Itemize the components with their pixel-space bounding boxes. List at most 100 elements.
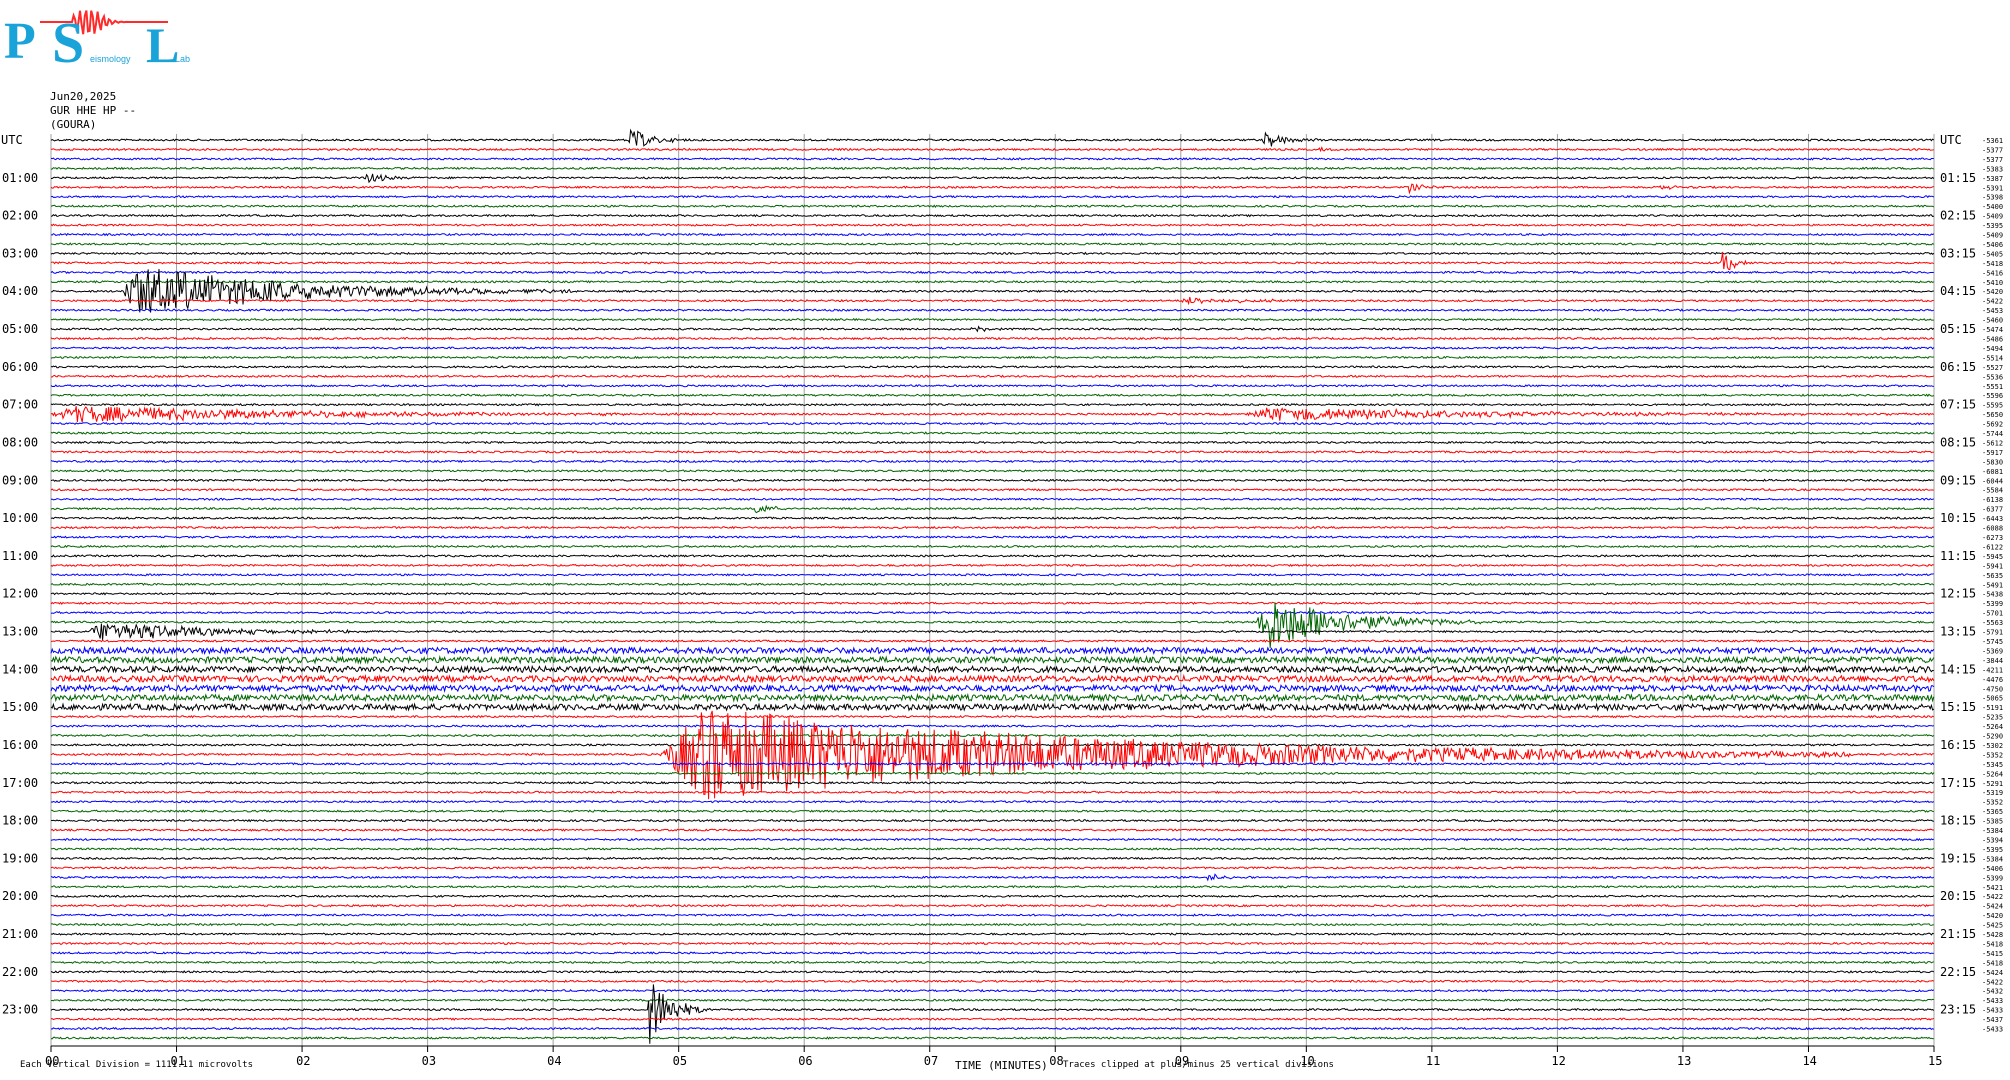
trace-24 <box>50 365 1934 369</box>
trace-56 <box>50 664 1934 675</box>
trace-offset-label: -6081 <box>1982 468 2003 476</box>
trace-offset-label: -6088 <box>1982 525 2003 533</box>
trace-59 <box>50 692 1935 703</box>
left-hour-label: 19:00 <box>2 851 38 865</box>
trace-offset-label: -5486 <box>1982 336 2003 344</box>
trace-offset-label: -5235 <box>1982 714 2003 722</box>
trace-34 <box>50 459 1935 464</box>
trace-58 <box>50 683 1935 694</box>
trace-71 <box>51 809 1934 813</box>
trace-2 <box>50 157 1934 161</box>
right-hour-label: 19:15 <box>1940 851 1976 865</box>
right-hour-label: UTC <box>1940 133 1962 147</box>
trace-offset-label: -5418 <box>1982 940 2003 948</box>
right-hour-label: 04:15 <box>1940 284 1976 298</box>
x-tick-label: 13 <box>1677 1054 1691 1068</box>
trace-offset-label: -5264 <box>1982 770 2003 778</box>
trace-offset-label: -5191 <box>1982 704 2003 712</box>
right-hour-label: 10:15 <box>1940 511 1976 525</box>
trace-79 <box>50 885 1934 889</box>
trace-offset-label: -5745 <box>1982 638 2003 646</box>
trace-offset-label: -6122 <box>1982 543 2003 551</box>
trace-offset-label: -5692 <box>1982 421 2003 429</box>
trace-50 <box>50 610 1934 615</box>
trace-89 <box>50 979 1935 984</box>
trace-offset-label: -5406 <box>1982 241 2003 249</box>
right-hour-label: 02:15 <box>1940 209 1976 223</box>
trace-offset-label: -5410 <box>1982 279 2003 287</box>
trace-70 <box>50 799 1935 804</box>
left-hour-label: 01:00 <box>2 171 38 185</box>
right-hour-label: 15:15 <box>1940 700 1976 714</box>
right-hour-label: 13:15 <box>1940 625 1976 639</box>
division-note: Each Vertical Division = 1111.11 microvo… <box>20 1060 253 1070</box>
trace-21 <box>50 336 1934 341</box>
left-hour-label: 10:00 <box>2 511 38 525</box>
trace-offset-label: -5595 <box>1982 402 2003 410</box>
left-hour-label: 18:00 <box>2 814 38 828</box>
trace-offset-label: -5361 <box>1982 137 2003 145</box>
left-hour-label: 03:00 <box>2 246 38 260</box>
trace-1 <box>50 146 1934 153</box>
left-hour-label: 07:00 <box>2 398 38 412</box>
right-hour-label: 21:15 <box>1940 927 1976 941</box>
trace-80 <box>50 894 1935 898</box>
trace-90 <box>51 988 1935 993</box>
trace-31 <box>50 431 1935 435</box>
trace-offset-label: -5941 <box>1982 562 2003 570</box>
trace-offset-label: -5377 <box>1982 146 2003 154</box>
trace-61 <box>50 714 1935 719</box>
trace-offset-label: -5424 <box>1982 969 2003 977</box>
trace-offset-label: -5432 <box>1982 988 2003 996</box>
trace-offset-label: -5365 <box>1982 808 2003 816</box>
trace-43 <box>50 544 1935 549</box>
trace-offset-label: -5352 <box>1982 799 2003 807</box>
trace-40 <box>50 516 1934 520</box>
left-hour-label: 17:00 <box>2 776 38 790</box>
trace-39 <box>50 504 1934 514</box>
trace-41 <box>50 525 1934 530</box>
left-hour-label: 14:00 <box>2 662 38 676</box>
trace-69 <box>50 790 1934 794</box>
trace-offset-label: -5433 <box>1982 1026 2003 1034</box>
left-hour-label: 06:00 <box>2 360 38 374</box>
trace-93 <box>50 1017 1935 1021</box>
trace-10 <box>50 232 1935 237</box>
trace-offset-label: -5491 <box>1982 581 2003 589</box>
trace-offset-label: -5438 <box>1982 591 2003 599</box>
trace-82 <box>50 913 1935 917</box>
left-hour-label: 11:00 <box>2 549 38 563</box>
trace-offset-label: -5433 <box>1982 997 2003 1005</box>
trace-62 <box>50 724 1934 728</box>
trace-86 <box>50 951 1934 955</box>
left-hour-label: 20:00 <box>2 889 38 903</box>
trace-48 <box>50 592 1935 596</box>
left-hour-label: UTC <box>1 133 23 147</box>
seismogram-traces <box>50 128 1935 1044</box>
x-tick-label: 14 <box>1802 1054 1816 1068</box>
left-hour-label: 13:00 <box>2 625 38 639</box>
x-tick-label: 15 <box>1928 1054 1942 1068</box>
trace-offset-label: -4211 <box>1982 666 2003 674</box>
trace-offset-label: -5409 <box>1982 232 2003 240</box>
trace-23 <box>50 355 1934 360</box>
trace-offset-label: -5830 <box>1982 458 2003 466</box>
right-hour-label: 14:15 <box>1940 662 1976 676</box>
left-hour-label: 15:00 <box>2 700 38 714</box>
right-hour-label: 22:15 <box>1940 965 1976 979</box>
trace-25 <box>51 374 1934 379</box>
trace-54 <box>50 645 1935 656</box>
trace-offset-label: -5418 <box>1982 959 2003 967</box>
trace-offset-label: -5384 <box>1982 855 2003 863</box>
trace-12 <box>50 251 1935 256</box>
trace-offset-label: -6377 <box>1982 506 2003 514</box>
trace-offset-label: -5345 <box>1982 761 2003 769</box>
trace-0 <box>50 128 1935 147</box>
x-tick-label: 06 <box>798 1054 812 1068</box>
trace-offset-label: -5406 <box>1982 865 2003 873</box>
trace-11 <box>50 242 1935 246</box>
trace-26 <box>50 384 1934 388</box>
x-tick-label: 12 <box>1551 1054 1565 1068</box>
trace-16 <box>50 269 1934 313</box>
trace-84 <box>50 932 1934 936</box>
